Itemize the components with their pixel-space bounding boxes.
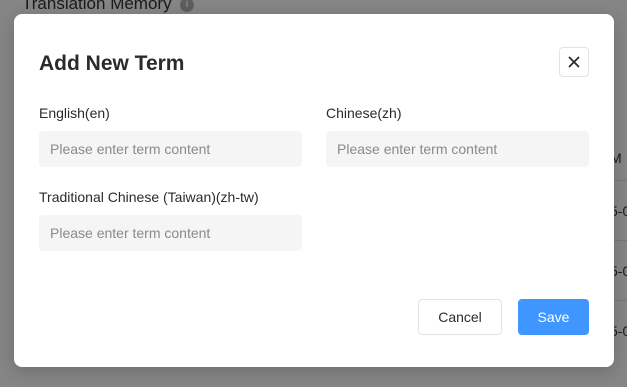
chinese-term-input[interactable]	[326, 131, 589, 167]
chinese-label: Chinese(zh)	[326, 105, 402, 121]
add-term-dialog: Add New Term English(en) Chinese(zh) Tra…	[14, 14, 614, 367]
english-term-input[interactable]	[39, 131, 302, 167]
traditional-chinese-label: Traditional Chinese (Taiwan)(zh-tw)	[39, 189, 259, 205]
cancel-button[interactable]: Cancel	[418, 299, 502, 335]
close-icon	[568, 56, 580, 68]
dialog-title: Add New Term	[39, 52, 185, 75]
traditional-chinese-term-input[interactable]	[39, 215, 302, 251]
english-label: English(en)	[39, 105, 110, 121]
save-button[interactable]: Save	[518, 299, 589, 335]
close-button[interactable]	[559, 47, 589, 77]
